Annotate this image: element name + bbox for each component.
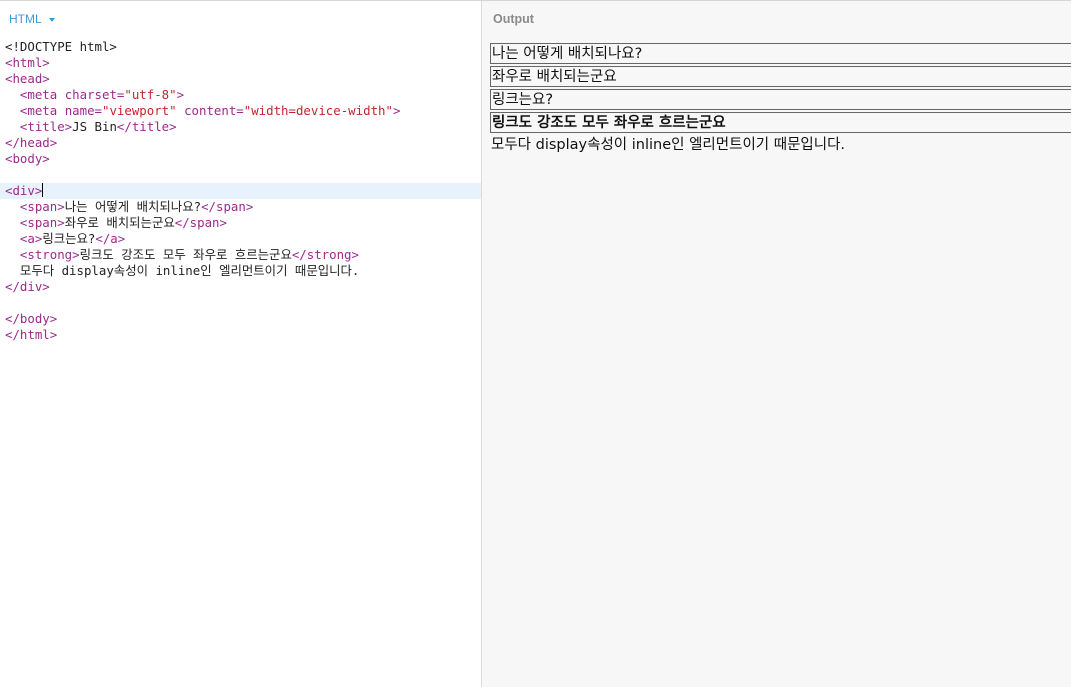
- code-token: <span>: [19, 199, 65, 214]
- output-header: Output: [482, 1, 1071, 37]
- code-token: </span>: [201, 199, 254, 214]
- code-token: name=: [57, 103, 102, 118]
- output-span-2: 좌우로 배치되는군요: [490, 66, 1071, 87]
- code-line[interactable]: <span>좌우로 배치되는군요</span>: [0, 215, 481, 231]
- code-token: 링크도 강조도 모두 좌우로 흐르는군요: [79, 247, 292, 262]
- jsbin-window: HTML <!DOCTYPE html> <html> <head> <meta c…: [0, 0, 1071, 687]
- code-token: "utf-8": [124, 87, 177, 102]
- code-token: content=: [176, 103, 244, 118]
- code-line[interactable]: <title>JS Bin</title>: [0, 119, 481, 135]
- text-cursor: [42, 183, 44, 197]
- code-line[interactable]: <meta name="viewport" content="width=dev…: [0, 103, 481, 119]
- code-token: <span>: [19, 215, 65, 230]
- code-token: <title>: [19, 119, 73, 134]
- code-token: <body>: [5, 151, 50, 166]
- code-token: <head>: [5, 71, 50, 86]
- code-line[interactable]: <strong>링크도 강조도 모두 좌우로 흐르는군요</strong>: [0, 247, 481, 263]
- code-line[interactable]: </div>: [0, 279, 481, 295]
- code-line[interactable]: <body>: [0, 151, 481, 167]
- code-token: </strong>: [291, 247, 359, 262]
- code-token: <meta: [19, 87, 58, 102]
- code-line[interactable]: <head>: [0, 71, 481, 87]
- caret-down-icon: [48, 17, 55, 22]
- code-line[interactable]: </body>: [0, 311, 481, 327]
- code-line[interactable]: </head>: [0, 135, 481, 151]
- code-line[interactable]: <!DOCTYPE html>: [0, 39, 481, 55]
- output-title: Output: [493, 12, 534, 26]
- code-token: "width=device-width": [243, 103, 393, 118]
- code-token: 링크는요?: [42, 231, 96, 246]
- code-token: </div>: [5, 279, 50, 294]
- code-line[interactable]: <span>나는 어떻게 배치되나요?</span>: [0, 199, 481, 215]
- language-dropdown[interactable]: HTML: [9, 12, 55, 26]
- code-token: <html>: [5, 55, 50, 70]
- language-label: HTML: [9, 12, 42, 26]
- code-line[interactable]: [0, 167, 481, 183]
- output-preview: 나는 어떻게 배치되나요? 좌우로 배치되는군요 링크는요? 링크도 강조도 모…: [490, 43, 1071, 156]
- code-line[interactable]: 모두다 display속성이 inline인 엘리먼트이기 때문입니다.: [0, 263, 481, 279]
- code-token: "viewport": [102, 103, 177, 118]
- code-token: </span>: [174, 215, 227, 230]
- code-token: JS Bin: [72, 119, 117, 134]
- code-token: </head>: [5, 135, 58, 150]
- code-token: charset=: [57, 87, 125, 102]
- code-token: 모두다 display속성이 inline인 엘리먼트이기 때문입니다.: [5, 263, 360, 278]
- code-token: <a>: [19, 231, 43, 246]
- code-token: <meta: [19, 103, 58, 118]
- code-token: >: [176, 87, 185, 102]
- html-editor-panel: HTML <!DOCTYPE html> <html> <head> <meta c…: [0, 1, 482, 687]
- code-token: 나는 어떻게 배치되나요?: [64, 199, 202, 214]
- code-line[interactable]: <meta charset="utf-8">: [0, 87, 481, 103]
- editor-header: HTML: [0, 1, 481, 37]
- code-token: <strong>: [19, 247, 80, 262]
- output-span-1: 나는 어떻게 배치되나요?: [490, 43, 1071, 64]
- output-panel: Output 나는 어떻게 배치되나요? 좌우로 배치되는군요 링크는요? 링크…: [482, 1, 1071, 687]
- code-line[interactable]: <html>: [0, 55, 481, 71]
- code-editor[interactable]: <!DOCTYPE html> <html> <head> <meta charse…: [0, 39, 481, 687]
- code-token: </title>: [116, 119, 177, 134]
- code-token: </body>: [5, 311, 58, 326]
- code-token: 좌우로 배치되는군요: [64, 215, 175, 230]
- code-token: </a>: [95, 231, 126, 246]
- code-token: <!DOCTYPE html>: [5, 39, 117, 54]
- code-line[interactable]: </html>: [0, 327, 481, 343]
- code-token: >: [392, 103, 401, 118]
- code-line[interactable]: <a>링크는요?</a>: [0, 231, 481, 247]
- code-token: <div>: [5, 183, 43, 198]
- output-text: 모두다 display속성이 inline인 엘리먼트이기 때문입니다.: [491, 137, 846, 153]
- code-token: </html>: [5, 327, 58, 342]
- code-line[interactable]: <div>: [0, 183, 481, 199]
- code-line[interactable]: [0, 295, 481, 311]
- output-strong: 링크도 강조도 모두 좌우로 흐르는군요: [490, 112, 1071, 133]
- output-link[interactable]: 링크는요?: [490, 89, 1071, 110]
